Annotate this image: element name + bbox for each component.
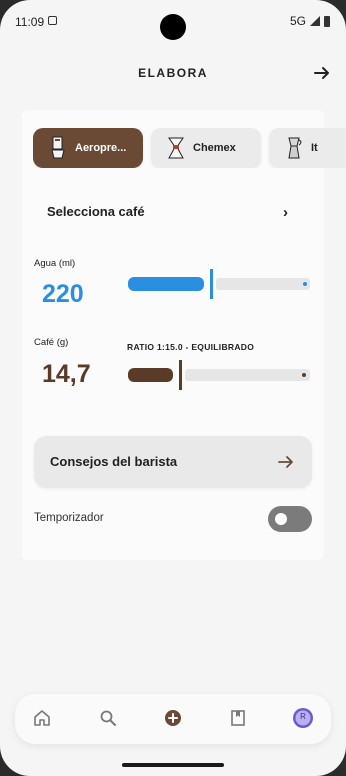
status-indicators: 5G bbox=[290, 14, 330, 28]
camera-cutout bbox=[160, 14, 186, 40]
bookmark-icon[interactable] bbox=[227, 707, 249, 729]
method-label: Chemex bbox=[193, 142, 236, 154]
timer-toggle[interactable] bbox=[268, 506, 312, 532]
app-header: ELABORA bbox=[0, 58, 346, 88]
method-chip-chemex[interactable]: Chemex bbox=[151, 128, 261, 168]
signal-icon bbox=[310, 16, 320, 26]
home-icon[interactable] bbox=[31, 707, 53, 729]
exit-arrow-icon[interactable] bbox=[312, 63, 332, 83]
page-title: ELABORA bbox=[138, 66, 208, 80]
method-label: Aeropre... bbox=[75, 142, 127, 154]
chemex-icon bbox=[168, 137, 184, 159]
ratio-text: RATIO 1:15.0 - EQUILIBRADO bbox=[127, 342, 255, 352]
water-slider[interactable] bbox=[128, 269, 310, 299]
status-bar: 11:09 5G bbox=[0, 0, 346, 44]
water-slider-track bbox=[216, 278, 310, 290]
brew-panel bbox=[22, 110, 324, 560]
coffee-value[interactable]: 14,7 bbox=[42, 360, 91, 389]
timer-label: Temporizador bbox=[34, 512, 104, 524]
profile-avatar[interactable]: R bbox=[292, 707, 314, 729]
coffee-slider-thumb[interactable] bbox=[179, 360, 182, 390]
gesture-home-bar bbox=[122, 763, 224, 767]
coffee-slider-end-dot bbox=[302, 373, 306, 377]
avatar-initial: R bbox=[300, 712, 306, 721]
add-circle-icon[interactable] bbox=[162, 707, 184, 729]
moka-pot-icon bbox=[288, 137, 302, 159]
select-coffee-button[interactable]: Selecciona café bbox=[47, 204, 145, 219]
water-slider-end-dot bbox=[303, 282, 307, 286]
water-value[interactable]: 220 bbox=[42, 280, 84, 309]
water-slider-fill bbox=[128, 277, 204, 291]
status-time: 11:09 bbox=[15, 15, 45, 29]
coffee-label: Café (g) bbox=[34, 337, 69, 348]
aeropress-icon bbox=[51, 136, 65, 159]
notification-icon bbox=[48, 16, 57, 25]
arrow-right-icon bbox=[278, 456, 293, 468]
coffee-slider-track bbox=[185, 369, 310, 381]
barista-tips-button[interactable]: Consejos del barista bbox=[34, 436, 312, 488]
method-label: It bbox=[311, 142, 318, 154]
battery-icon bbox=[324, 15, 330, 27]
method-chip-italian[interactable]: It bbox=[269, 128, 346, 168]
method-chip-aeropress[interactable]: Aeropre... bbox=[33, 128, 143, 168]
water-slider-thumb[interactable] bbox=[210, 269, 213, 299]
network-type: 5G bbox=[289, 14, 306, 28]
brew-method-selector: Aeropre... Chemex It bbox=[33, 128, 346, 168]
toggle-knob bbox=[275, 513, 287, 525]
coffee-slider-fill bbox=[128, 368, 173, 382]
bottom-navigation: R bbox=[15, 694, 331, 744]
water-label: Agua (ml) bbox=[34, 258, 76, 269]
chevron-right-icon[interactable]: › bbox=[283, 204, 288, 221]
search-icon[interactable] bbox=[97, 707, 119, 729]
barista-tips-label: Consejos del barista bbox=[50, 454, 178, 469]
coffee-slider[interactable] bbox=[128, 360, 310, 390]
phone-screen: 11:09 5G ELABORA Aeropre... Chemex It Se… bbox=[0, 0, 346, 776]
